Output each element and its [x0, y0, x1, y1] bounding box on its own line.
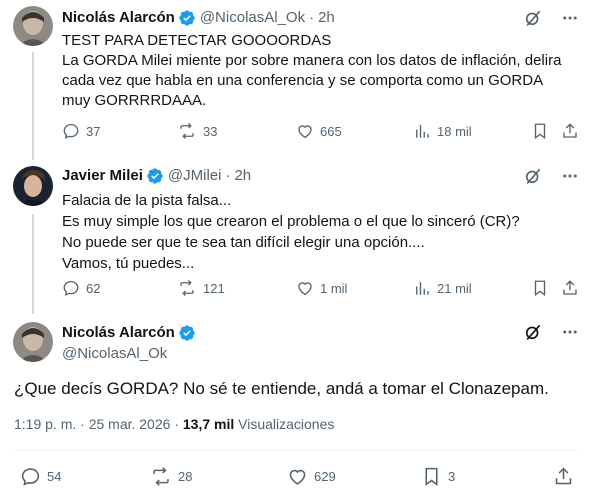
more-options-icon[interactable]	[561, 9, 579, 27]
thread-line	[32, 52, 34, 160]
tweet-line: muy GORRRRDAAA.	[62, 92, 207, 109]
tweet-text: Falacia de la pista falsa... Es muy simp…	[62, 190, 572, 274]
reply-icon	[63, 123, 79, 139]
share-icon	[563, 280, 577, 295]
grok-icon[interactable]	[523, 322, 543, 342]
repost-count: 121	[203, 280, 225, 296]
tweet-text: TEST PARA DETECTAR GOOOORDAS La GORDA Mi…	[62, 31, 572, 111]
grok-icon[interactable]	[523, 8, 543, 28]
like-count: 665	[320, 123, 342, 139]
separator-dot: ·	[225, 167, 231, 184]
views-count: 21 mil	[437, 280, 472, 296]
avatar[interactable]	[13, 166, 53, 206]
repost-button[interactable]: 33	[177, 122, 217, 140]
tweet-line: La GORDA Milei miente por sobre manera c…	[62, 52, 562, 69]
like-button[interactable]: 629	[287, 466, 336, 487]
tweet-time[interactable]: 2h	[318, 8, 335, 28]
tweet-line: cada vez que habla en una conferencia y …	[62, 72, 544, 89]
thread-line	[32, 214, 34, 314]
author-handle[interactable]: @NicolasAl_Ok	[200, 8, 305, 28]
bookmark-count: 3	[448, 469, 456, 484]
tweet-2[interactable]: Javier Milei @JMilei · 2h Falacia de la …	[0, 158, 593, 314]
like-button[interactable]: 1 mil	[296, 279, 347, 297]
repost-icon	[180, 123, 194, 139]
tweet-top-icons	[523, 322, 579, 342]
share-icon	[563, 123, 577, 138]
tweet-line: No puede ser que te sea tan difícil eleg…	[62, 234, 425, 251]
tweet-top-icons	[523, 166, 579, 186]
heart-icon	[298, 282, 312, 296]
bookmark-icon	[534, 280, 546, 297]
views-button[interactable]: 18 mil	[413, 122, 472, 140]
tweet-line: Falacia de la pista falsa...	[62, 192, 232, 209]
views-count: 18 mil	[437, 123, 472, 139]
bookmark-button[interactable]	[531, 279, 549, 297]
tweet-header: Nicolás Alarcón @NicolasAl_Ok · 2h	[62, 8, 335, 28]
avatar[interactable]	[13, 6, 53, 46]
main-author-block: Nicolás Alarcón @NicolasAl_Ok	[62, 323, 200, 364]
views-button[interactable]: 21 mil	[413, 279, 472, 297]
verified-badge-icon	[146, 167, 164, 185]
tweet-time[interactable]: 2h	[234, 166, 251, 186]
views-label: Visualizaciones	[238, 416, 335, 432]
reply-button[interactable]: 62	[62, 279, 100, 297]
tweet-header: Javier Milei @JMilei · 2h	[62, 166, 251, 186]
heart-icon	[289, 469, 306, 485]
repost-icon	[180, 280, 194, 296]
tweet-actions: 37 33 665 18 mil	[56, 122, 586, 144]
tweet-line: Vamos, tú puedes...	[62, 255, 195, 272]
share-button[interactable]	[553, 466, 574, 487]
more-options-icon[interactable]	[561, 323, 579, 341]
repost-count: 28	[178, 469, 193, 484]
author-name[interactable]: Nicolás Alarcón	[62, 323, 175, 343]
bookmark-button[interactable]	[531, 122, 549, 140]
tweet-line: Es muy simple los que crearon el problem…	[62, 213, 520, 230]
bookmark-button[interactable]: 3	[421, 466, 455, 487]
tweet-actions: 62 121 1 mil 21 mil	[56, 279, 586, 301]
repost-button[interactable]: 121	[177, 279, 225, 297]
views-total: 13,7 mil	[182, 416, 235, 432]
share-icon	[555, 467, 572, 485]
views-chart-icon	[416, 282, 429, 295]
divider	[14, 450, 579, 451]
reply-count: 37	[86, 123, 101, 139]
tweet-top-icons	[523, 8, 579, 28]
share-button[interactable]	[561, 279, 579, 297]
main-tweet-actions: 54 28 629 3	[0, 466, 593, 492]
share-button[interactable]	[561, 122, 579, 140]
tweet-timestamp[interactable]: 1:19 p. m. · 25 mar. 2026 ·	[14, 416, 179, 432]
avatar[interactable]	[13, 322, 53, 362]
tweet-meta: 1:19 p. m. · 25 mar. 2026 · 13,7 mil Vis…	[14, 416, 334, 432]
tweet-1[interactable]: Nicolás Alarcón @NicolasAl_Ok · 2h TEST …	[0, 0, 593, 160]
reply-count: 62	[86, 280, 101, 296]
main-tweet-text: ¿Que decís GORDA? No sé te entiende, and…	[14, 379, 549, 398]
reply-icon	[63, 280, 79, 296]
author-handle[interactable]: @NicolasAl_Ok	[62, 344, 200, 364]
separator-dot: ·	[309, 9, 315, 26]
tweet-line: TEST PARA DETECTAR GOOOORDAS	[62, 32, 332, 49]
views-chart-icon	[416, 125, 429, 138]
author-handle[interactable]: @JMilei	[168, 166, 222, 186]
repost-count: 33	[203, 123, 218, 139]
grok-icon[interactable]	[523, 166, 543, 186]
verified-badge-icon	[178, 9, 196, 27]
repost-icon	[153, 467, 169, 486]
reply-button[interactable]: 54	[20, 466, 61, 487]
more-options-icon[interactable]	[561, 167, 579, 185]
author-name[interactable]: Javier Milei	[62, 166, 143, 186]
like-count: 1 mil	[320, 280, 348, 296]
bookmark-icon	[425, 467, 438, 486]
reply-icon	[21, 468, 40, 486]
bookmark-icon	[534, 123, 546, 140]
like-button[interactable]: 665	[296, 122, 342, 140]
reply-button[interactable]: 37	[62, 122, 100, 140]
repost-button[interactable]: 28	[150, 466, 192, 487]
verified-badge-icon	[178, 324, 196, 342]
reply-count: 54	[47, 469, 62, 484]
author-name[interactable]: Nicolás Alarcón	[62, 8, 175, 28]
heart-icon	[298, 125, 312, 139]
like-count: 629	[314, 469, 336, 484]
